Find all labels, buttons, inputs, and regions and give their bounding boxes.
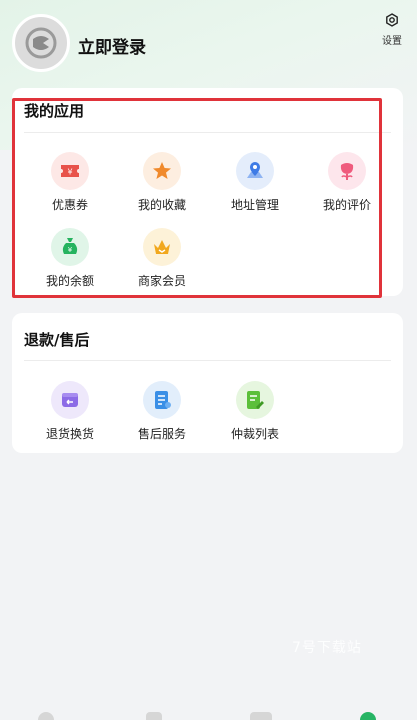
app-item-address[interactable]: 地址管理: [215, 152, 295, 213]
refund-item-label: 售后服务: [137, 427, 186, 441]
app-item-label: 我的收藏: [137, 198, 186, 212]
watermark: 7号下载站: [292, 640, 362, 656]
app-item-label: 我的余额: [45, 274, 94, 288]
my-apps-title: 我的应用: [24, 102, 85, 120]
location-icon: [236, 152, 274, 190]
logo-icon: [25, 27, 57, 59]
tab-home-icon[interactable]: [38, 712, 54, 720]
coupon-icon: ¥: [51, 152, 89, 190]
gear-icon: [386, 13, 398, 27]
app-item-balance[interactable]: ¥ 我的余额: [30, 228, 110, 289]
app-item-favorites[interactable]: 我的收藏: [122, 152, 202, 213]
refund-title: 退款/售后: [24, 331, 90, 349]
gavel-list-icon: [236, 381, 274, 419]
refund-item-return-exchange[interactable]: 退货换货: [30, 381, 110, 442]
document-icon: [143, 381, 181, 419]
money-bag-icon: ¥: [51, 228, 89, 266]
divider: [24, 132, 391, 133]
profile-header: 立即登录 设置: [0, 0, 417, 90]
bottom-tab-bar: [0, 708, 417, 720]
tab-mine-icon[interactable]: [360, 712, 376, 720]
settings-label: 设置: [382, 36, 402, 47]
refund-item-after-sales[interactable]: 售后服务: [122, 381, 202, 442]
app-item-label: 我的评价: [322, 198, 371, 212]
return-box-icon: [51, 381, 89, 419]
tab-cart-icon[interactable]: [250, 712, 272, 720]
svg-text:¥: ¥: [67, 168, 72, 177]
app-item-label: 地址管理: [230, 198, 279, 212]
app-item-coupon[interactable]: ¥ 优惠券: [30, 152, 110, 213]
refund-item-label: 仲裁列表: [230, 427, 279, 441]
refund-item-arbitration-list[interactable]: 仲裁列表: [215, 381, 295, 442]
app-item-merchant-member[interactable]: 商家会员: [122, 228, 202, 289]
app-item-label: 优惠券: [51, 198, 88, 212]
app-item-reviews[interactable]: 我的评价: [307, 152, 387, 213]
star-icon: [143, 152, 181, 190]
avatar[interactable]: [12, 14, 70, 72]
tab-category-icon[interactable]: [146, 712, 162, 720]
svg-text:¥: ¥: [68, 246, 73, 254]
flower-icon: [328, 152, 366, 190]
divider: [24, 360, 391, 361]
settings-button[interactable]: 设置: [379, 12, 405, 47]
refund-card: 退款/售后 退货换货 售后服务 仲裁列表: [12, 313, 403, 453]
login-button[interactable]: 立即登录: [78, 33, 146, 58]
app-item-label: 商家会员: [137, 274, 186, 288]
refund-item-label: 退货换货: [45, 427, 94, 441]
crown-icon: [143, 228, 181, 266]
my-apps-card: 我的应用 ¥ 优惠券 我的收藏 地址管理 我的评价 ¥ 我的余额 商家会员: [12, 88, 403, 296]
